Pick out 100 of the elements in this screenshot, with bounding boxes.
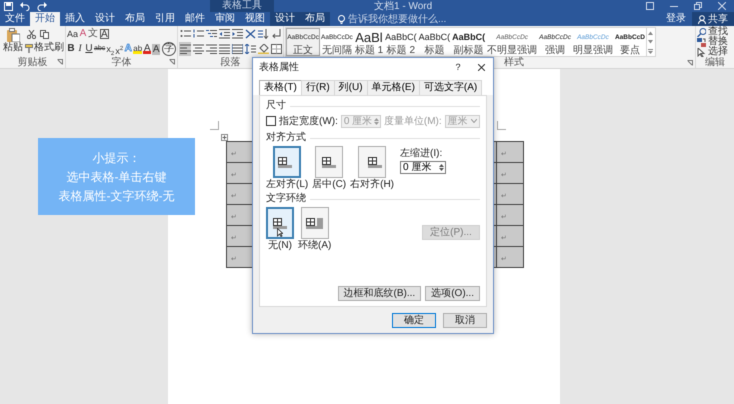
paragraph-button[interactable] <box>270 27 282 41</box>
align-right-icon <box>206 44 217 54</box>
editing-button[interactable]: 替换 <box>697 37 728 47</box>
format-painter-button[interactable]: 格式刷 <box>25 42 64 54</box>
dialog-launcher-icon[interactable] <box>57 59 63 65</box>
up-arrow-icon <box>374 118 379 120</box>
redo-icon[interactable] <box>37 2 47 10</box>
font-format-button[interactable]: 文 <box>88 27 98 41</box>
layout-option[interactable] <box>300 207 329 239</box>
scissors-icon[interactable] <box>27 30 36 38</box>
line-spacing-icon <box>244 44 256 54</box>
checkbox[interactable] <box>266 116 276 126</box>
indent-spinner[interactable]: 0 厘米 <box>400 161 446 174</box>
paragraph-button[interactable] <box>192 42 204 56</box>
distribute-icon <box>232 44 243 54</box>
font-format-button[interactable]: x$_{2}$ <box>106 42 114 56</box>
dialog-tab[interactable]: 可选文字(A) <box>418 80 482 95</box>
ribbon-tab[interactable]: 视图 <box>240 12 270 26</box>
paragraph-button[interactable] <box>218 27 230 41</box>
layout-option[interactable] <box>266 207 294 239</box>
ribbon-tab[interactable]: 开始 <box>30 12 60 26</box>
paragraph-button[interactable] <box>270 42 282 56</box>
tip-text: 小提示： <box>92 150 140 164</box>
font-format-button[interactable]: I <box>76 42 84 56</box>
font-format-button[interactable]: A <box>100 29 109 39</box>
undo-icon[interactable] <box>20 2 30 10</box>
outdent-icon <box>218 29 230 39</box>
paragraph-button[interactable] <box>218 42 230 56</box>
move-handle-icon[interactable] <box>221 134 228 141</box>
style-item[interactable]: AaBbC( 标题 <box>418 28 452 56</box>
paragraph-button[interactable] <box>179 42 192 56</box>
option-label: 环绕(A) <box>298 240 332 252</box>
margin-mark <box>210 121 219 130</box>
save-icon[interactable] <box>4 2 13 10</box>
style-item[interactable]: AaBl 标题 1 <box>354 28 384 56</box>
font-format-button[interactable]: U <box>85 42 93 56</box>
font-format-button[interactable]: B <box>67 42 75 56</box>
layout-option[interactable] <box>315 146 344 178</box>
option-label: 无(N) <box>268 240 292 252</box>
font-format-button[interactable]: ab <box>133 44 142 54</box>
editing-button[interactable]: 选择 <box>697 47 728 57</box>
tell-me-field[interactable]: 告诉我你想要做什么... <box>348 13 488 25</box>
paragraph-button[interactable] <box>231 42 244 56</box>
paragraph-button[interactable] <box>244 27 256 41</box>
dialog-launcher-icon[interactable] <box>687 60 693 66</box>
paragraph-button[interactable] <box>257 42 270 56</box>
ribbon-tab[interactable]: 布局 <box>300 12 330 26</box>
section-heading: 文字环绕 <box>266 193 306 205</box>
paragraph-button[interactable] <box>257 27 270 41</box>
close-icon <box>478 64 484 70</box>
ribbon-tab[interactable]: 邮件 <box>180 12 210 26</box>
ribbon-tab[interactable]: 插入 <box>60 12 90 26</box>
editing-button[interactable]: 查找 <box>697 27 728 37</box>
style-item[interactable]: AaBbC( 副标题 <box>451 28 486 56</box>
layout-option[interactable] <box>358 146 386 178</box>
paragraph-button[interactable] <box>205 42 218 56</box>
dialog-title: 表格属性 <box>259 60 299 74</box>
table-icon <box>368 156 382 168</box>
dialog-launcher-icon[interactable] <box>169 59 176 65</box>
layout-option[interactable] <box>273 146 302 178</box>
ribbon-display-icon[interactable] <box>646 2 654 10</box>
return-arrow-icon <box>270 29 282 39</box>
dialog-tab[interactable]: 行(R) <box>300 80 335 95</box>
ribbon-tab[interactable]: 文件 <box>0 12 30 26</box>
paragraph-button[interactable] <box>244 42 256 56</box>
font-format-button[interactable]: A <box>79 27 88 41</box>
copy-icon[interactable] <box>40 30 49 38</box>
close-button[interactable] <box>475 61 487 73</box>
style-item[interactable]: AaBbC( 标题 2 <box>384 28 418 56</box>
ok-button[interactable]: 确定 <box>392 312 436 328</box>
font-format-button[interactable]: Aa <box>67 27 78 41</box>
borders-shading-button[interactable]: 边框和底纹(B)... <box>338 286 422 301</box>
font-format-button[interactable]: A <box>152 44 160 54</box>
dialog-tab[interactable]: 单元格(E) <box>366 80 420 95</box>
group-label: 样式 <box>504 57 524 68</box>
gallery-scroller[interactable] <box>646 27 656 57</box>
ribbon-tab[interactable]: 审阅 <box>210 12 240 26</box>
paragraph-button[interactable] <box>231 27 244 41</box>
help-button[interactable]: ? <box>451 62 465 72</box>
option-label: 居中(C) <box>312 179 346 191</box>
table-icon <box>322 156 336 168</box>
restore-icon[interactable] <box>694 2 702 10</box>
dialog-tab[interactable]: 列(U) <box>334 80 368 95</box>
close-icon[interactable] <box>718 2 726 10</box>
ribbon-tab[interactable]: 引用 <box>150 12 180 26</box>
align-left-icon <box>180 44 191 54</box>
group-label: 编辑 <box>705 57 725 68</box>
cancel-button[interactable]: 取消 <box>443 312 487 328</box>
section-heading: 尺寸 <box>266 100 286 112</box>
ribbon-tab[interactable]: 布局 <box>120 12 150 26</box>
share-button[interactable]: 共享 <box>692 12 734 26</box>
ribbon-tab[interactable]: 设计 <box>90 12 120 26</box>
paste-button[interactable]: 粘贴 <box>1 27 25 54</box>
font-format-button[interactable]: x$^{2}$ <box>115 42 124 56</box>
sign-in-link[interactable]: 登录 <box>660 12 692 26</box>
ribbon-tab[interactable]: 设计 <box>270 12 300 26</box>
options-button[interactable]: 选项(O)... <box>425 286 480 301</box>
dialog-tab[interactable]: 表格(T) <box>259 80 302 95</box>
sort-icon <box>258 29 269 39</box>
font-format-button[interactable]: 字 <box>162 42 176 56</box>
